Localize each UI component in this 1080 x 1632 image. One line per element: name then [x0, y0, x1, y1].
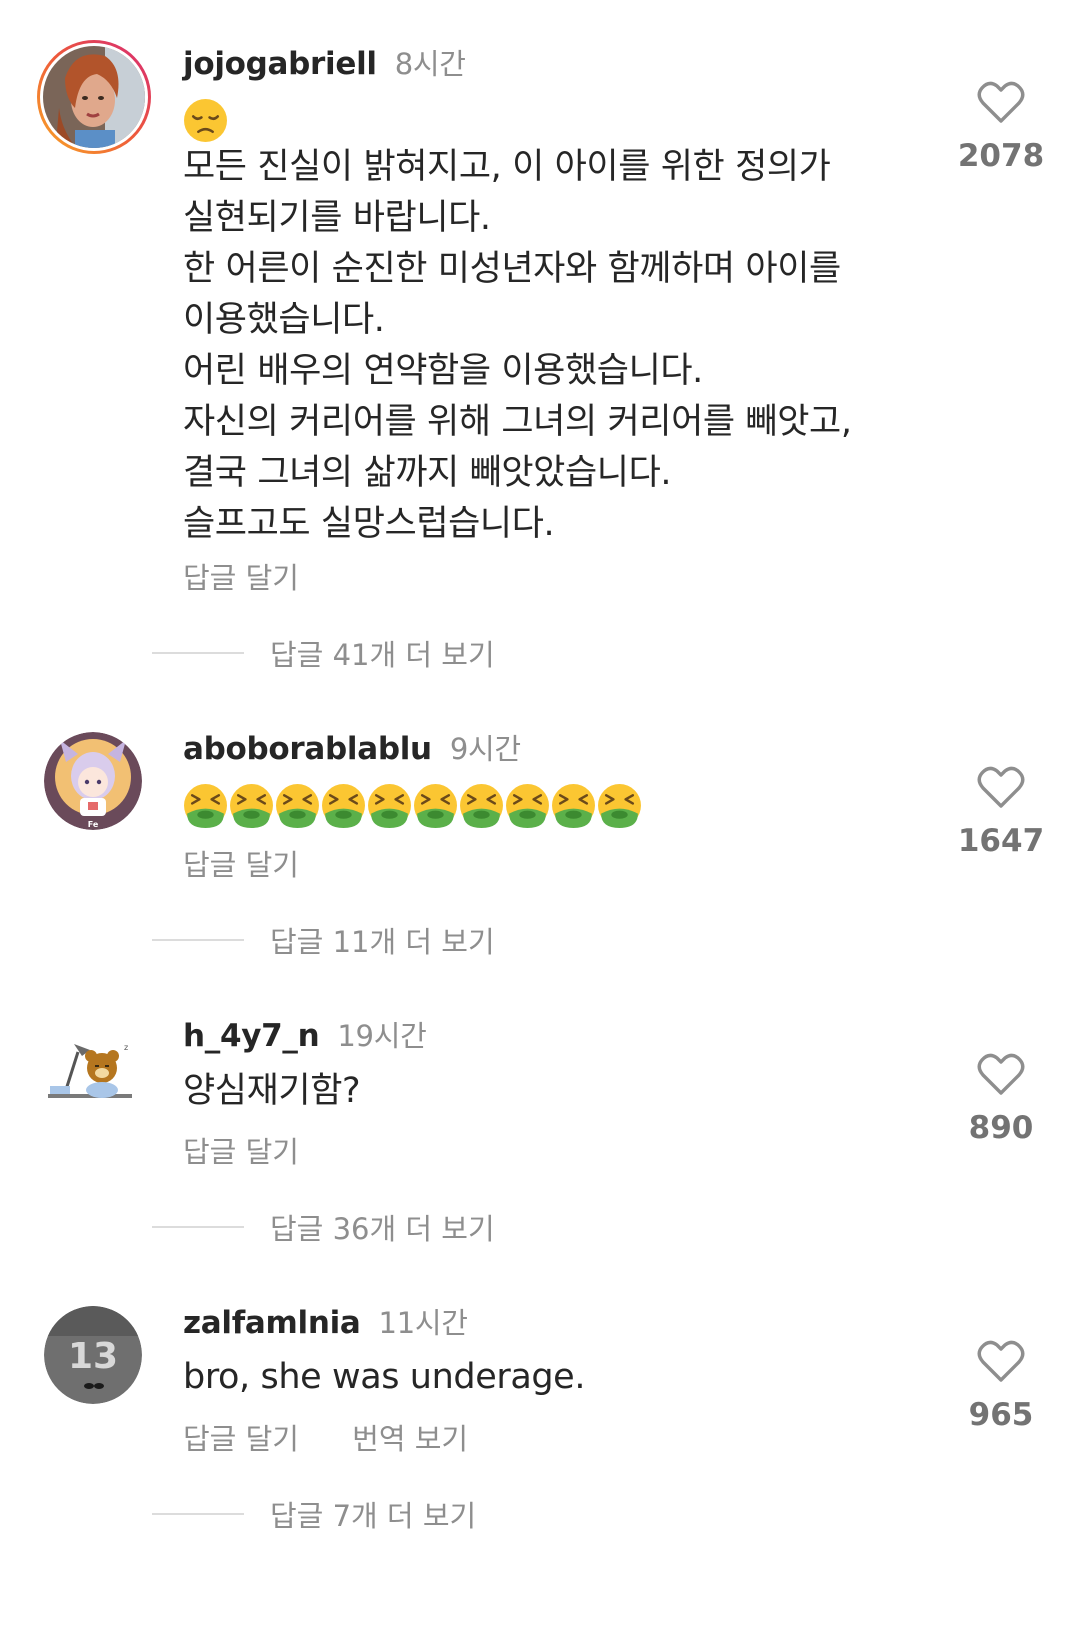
view-replies-label[interactable]: 답글 36개 더 보기	[270, 1206, 495, 1248]
like-control[interactable]: 1647	[955, 765, 1047, 859]
emoji-row	[183, 783, 643, 828]
nauseated-face-icon	[552, 784, 595, 828]
username-text[interactable]: zalfamlnia	[183, 1305, 361, 1341]
comment-time: 11시간	[378, 1306, 468, 1340]
comment-line: 이용했습니다.	[183, 300, 385, 340]
nauseated-face-icon	[368, 784, 411, 828]
avatar-badge-text: 13	[68, 1336, 118, 1377]
nauseated-face-icon	[414, 784, 457, 828]
comment-actions: 답글 달기	[183, 1129, 299, 1171]
comment-text: 모든 진실이 밝혀지고, 이 아이를 위한 정의가 실현되기를 바랍니다. 한 …	[183, 142, 852, 550]
avatar-story-ring[interactable]	[35, 38, 153, 156]
avatar-badge-text: Fe	[88, 820, 99, 829]
heart-icon[interactable]	[977, 80, 1025, 124]
reply-button[interactable]: 답글 달기	[183, 1422, 299, 1456]
replies-divider	[152, 1226, 244, 1228]
view-replies-label[interactable]: 답글 11개 더 보기	[270, 919, 495, 961]
like-count: 890	[968, 1110, 1034, 1146]
reply-button[interactable]: 답글 달기	[183, 848, 299, 882]
comment-line: 모든 진실이 밝혀지고, 이 아이를 위한 정의가	[183, 147, 831, 187]
comment-line: 자신의 커리어를 위해 그녀의 커리어를 빼앗고,	[183, 402, 852, 442]
like-count: 1647	[957, 823, 1045, 859]
username-text[interactable]: aboborablablu	[183, 731, 432, 767]
heart-icon[interactable]	[977, 765, 1025, 809]
view-replies-label[interactable]: 답글 41개 더 보기	[270, 632, 495, 674]
username-text[interactable]: h_4y7_n	[183, 1018, 320, 1054]
nauseated-face-icon	[598, 784, 641, 828]
like-count: 2078	[957, 138, 1045, 174]
view-replies-button[interactable]: 답글 41개 더 보기	[152, 632, 495, 674]
comment-line: 한 어른이 순진한 미성년자와 함께하며 아이를	[183, 249, 841, 289]
comment-time: 8시간	[394, 47, 466, 81]
replies-divider	[152, 1513, 244, 1515]
view-replies-button[interactable]: 답글 7개 더 보기	[152, 1493, 476, 1535]
comment-text: bro, she was underage.	[183, 1357, 586, 1397]
like-control[interactable]: 890	[955, 1052, 1047, 1146]
username-text[interactable]: jojogabriell	[183, 46, 377, 82]
comment-line: 결국 그녀의 삶까지 빼앗았습니다.	[183, 453, 672, 493]
view-replies-button[interactable]: 답글 36개 더 보기	[152, 1206, 495, 1248]
disappointed-face-icon	[184, 99, 227, 142]
comment-time: 19시간	[337, 1019, 427, 1053]
comment-actions: 답글 달기 번역 보기	[183, 1416, 468, 1458]
nauseated-face-icon	[184, 784, 227, 828]
comment-username[interactable]: zalfamlnia 11시간	[183, 1300, 468, 1342]
replies-divider	[152, 652, 244, 654]
like-control[interactable]: 965	[955, 1339, 1047, 1433]
avatar[interactable]: 13	[44, 1306, 142, 1404]
like-count: 965	[968, 1397, 1034, 1433]
avatar[interactable]: Fe	[44, 732, 142, 830]
view-replies-label[interactable]: 답글 7개 더 보기	[270, 1493, 476, 1535]
nauseated-face-icon	[460, 784, 503, 828]
comment-line: 어린 배우의 연약함을 이용했습니다.	[183, 351, 703, 391]
heart-icon[interactable]	[977, 1339, 1025, 1383]
comment-text: 양심재기함?	[183, 1071, 361, 1111]
comment-time: 9시간	[449, 732, 521, 766]
nauseated-face-icon	[276, 784, 319, 828]
like-control[interactable]: 2078	[955, 80, 1047, 174]
nauseated-face-icon	[322, 784, 365, 828]
svg-text:z: z	[124, 1043, 128, 1052]
comment-line: 슬프고도 실망스럽습니다.	[183, 504, 555, 544]
heart-icon[interactable]	[977, 1052, 1025, 1096]
comment-actions: 답글 달기	[183, 842, 299, 884]
comment-actions: 답글 달기	[183, 555, 299, 597]
comment-username[interactable]: aboborablablu 9시간	[183, 726, 521, 768]
translate-button[interactable]: 번역 보기	[352, 1422, 468, 1456]
reply-button[interactable]: 답글 달기	[183, 1135, 299, 1169]
reply-button[interactable]: 답글 달기	[183, 561, 299, 595]
view-replies-button[interactable]: 답글 11개 더 보기	[152, 919, 495, 961]
nauseated-face-icon	[506, 784, 549, 828]
comment-username[interactable]: jojogabriell 8시간	[183, 41, 466, 83]
nauseated-face-icon	[230, 784, 273, 828]
comment-username[interactable]: h_4y7_n 19시간	[183, 1013, 427, 1055]
avatar[interactable]: z	[44, 1036, 136, 1108]
comment-line: 실현되기를 바랍니다.	[183, 198, 491, 238]
replies-divider	[152, 939, 244, 941]
